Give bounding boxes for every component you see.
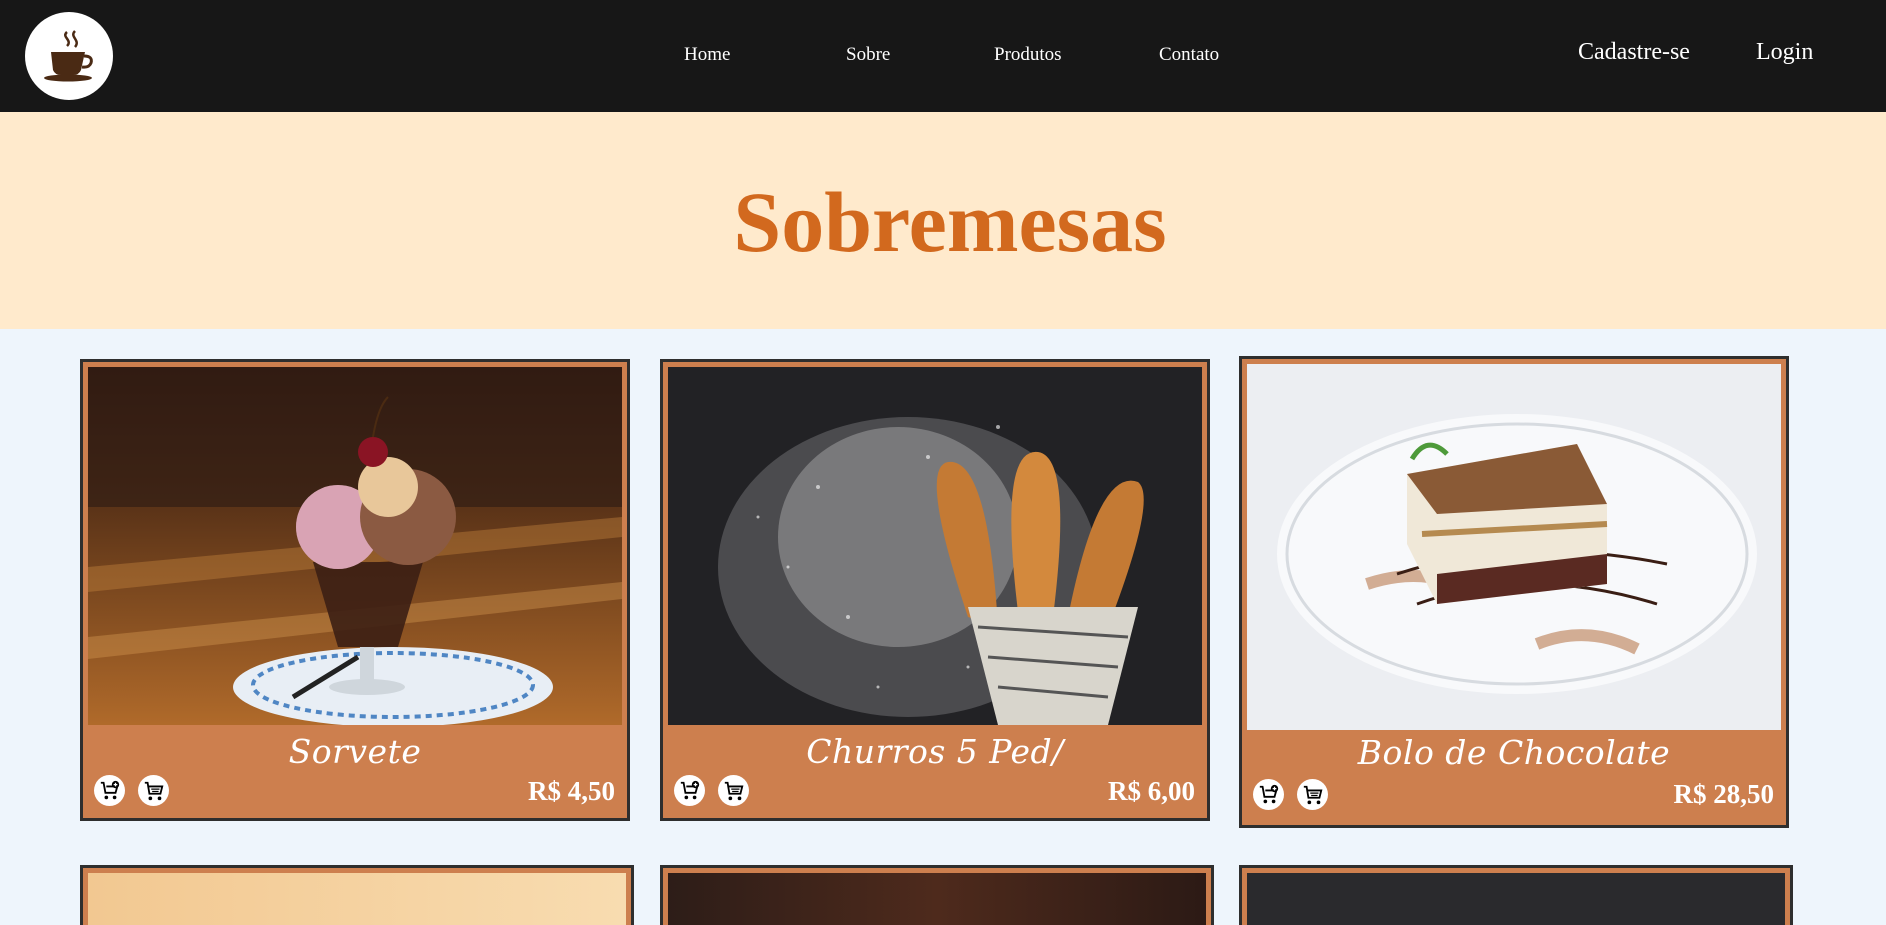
product-card-churros: Churros 5 Ped/ R$ 6,00 bbox=[660, 359, 1210, 821]
coffee-cup-icon bbox=[44, 30, 93, 82]
product-photo-churros bbox=[668, 367, 1202, 725]
nav-produtos[interactable]: Produtos bbox=[994, 44, 1062, 66]
product-name: Churros 5 Ped/ bbox=[806, 732, 1064, 771]
product-photo-partial bbox=[88, 873, 626, 925]
cart-button[interactable] bbox=[138, 775, 169, 806]
page-title: Sobremesas bbox=[733, 174, 1167, 270]
product-photo-sorvete bbox=[88, 367, 622, 725]
product-photo-partial bbox=[1247, 873, 1785, 925]
cart-button[interactable] bbox=[718, 775, 749, 806]
product-name: Bolo de Chocolate bbox=[1357, 733, 1671, 772]
product-card-partial bbox=[660, 865, 1214, 925]
product-photo-bolo bbox=[1247, 364, 1781, 730]
cart-icon bbox=[724, 781, 743, 800]
nav-contato[interactable]: Contato bbox=[1159, 44, 1219, 66]
cart-icon bbox=[1303, 785, 1322, 804]
product-card-partial bbox=[80, 865, 634, 925]
cart-button[interactable] bbox=[1297, 779, 1328, 810]
logo[interactable] bbox=[25, 12, 113, 100]
product-card-sorvete: Sorvete R$ 4,50 bbox=[80, 359, 630, 821]
product-card-partial bbox=[1239, 865, 1793, 925]
cart-plus-icon bbox=[680, 780, 699, 799]
product-photo-partial bbox=[668, 873, 1206, 925]
login-link[interactable]: Login bbox=[1756, 38, 1813, 66]
navbar: Home Sobre Produtos Contato Cadastre-se … bbox=[0, 0, 1886, 112]
add-to-cart-button[interactable] bbox=[94, 775, 125, 806]
signup-link[interactable]: Cadastre-se bbox=[1578, 38, 1690, 66]
product-price: R$ 6,00 bbox=[1108, 776, 1195, 806]
hero-banner: Sobremesas bbox=[0, 112, 1886, 329]
add-to-cart-button[interactable] bbox=[674, 775, 705, 806]
cart-icon bbox=[144, 781, 163, 800]
product-name: Sorvete bbox=[288, 732, 422, 771]
nav-sobre[interactable]: Sobre bbox=[846, 44, 890, 66]
nav-home[interactable]: Home bbox=[684, 44, 730, 66]
product-price: R$ 4,50 bbox=[528, 776, 615, 806]
product-price: R$ 28,50 bbox=[1673, 779, 1775, 809]
cart-plus-icon bbox=[1259, 784, 1278, 803]
add-to-cart-button[interactable] bbox=[1253, 779, 1284, 810]
cart-plus-icon bbox=[100, 780, 119, 799]
product-card-bolo-de-chocolate: Bolo de Chocolate R$ 28,50 bbox=[1239, 356, 1789, 828]
